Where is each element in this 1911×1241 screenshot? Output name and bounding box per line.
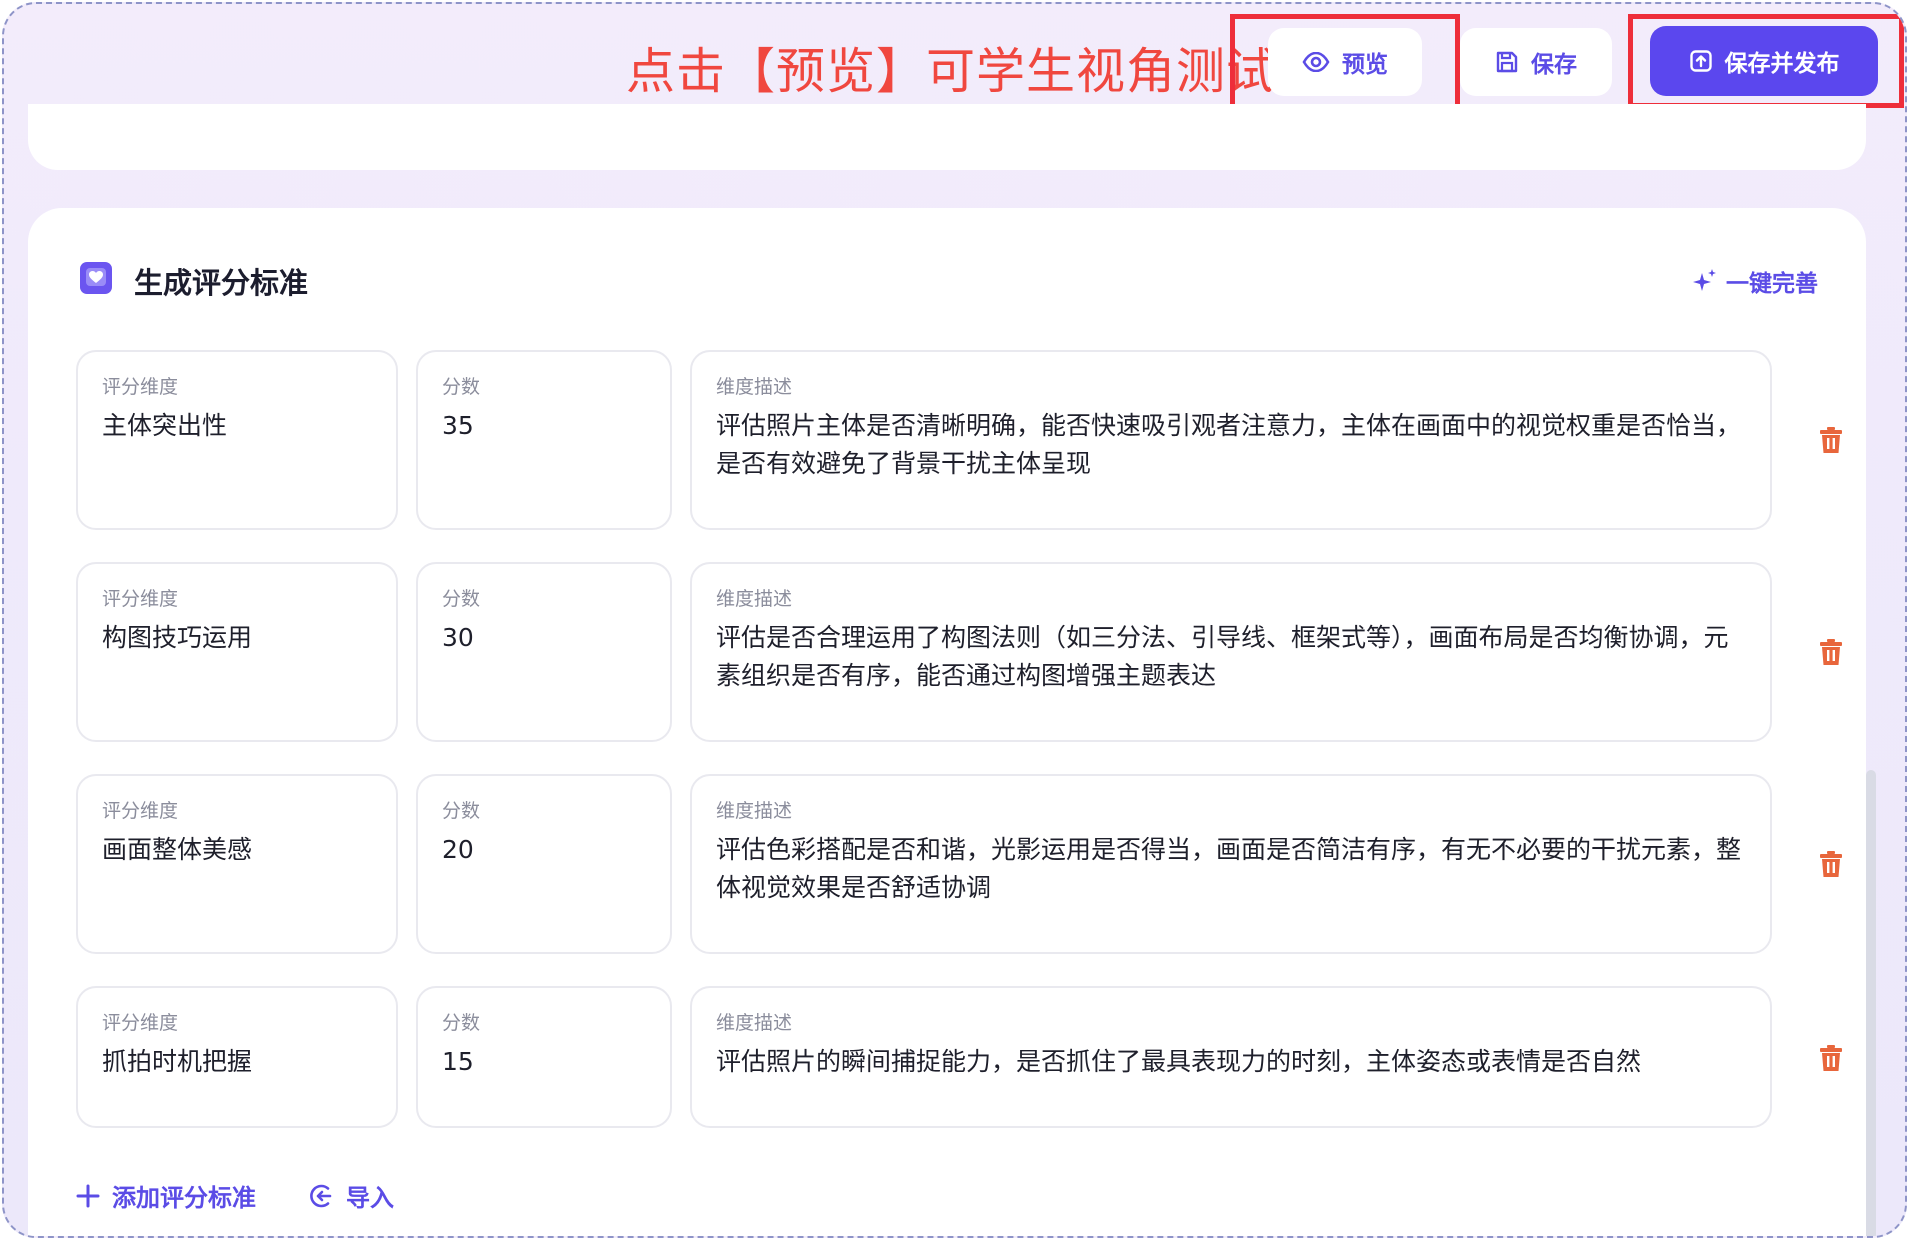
score-label: 分数: [442, 588, 481, 610]
dimension-value: 画面整体美感: [102, 835, 253, 864]
trash-icon[interactable]: [1818, 638, 1844, 666]
description-value: 评估照片的瞬间捕捉能力，是否抓住了最具表现力的时刻，主体姿态或表情是否自然: [716, 1047, 1642, 1076]
score-field[interactable]: 分数 35: [416, 350, 672, 530]
heart-badge-icon: [80, 262, 112, 294]
dimension-value: 构图技巧运用: [102, 623, 253, 652]
score-label: 分数: [442, 800, 481, 822]
import-label: 导入: [346, 1184, 394, 1212]
description-value: 评估是否合理运用了构图法则（如三分法、引导线、框架式等），画面布局是否均衡协调，…: [716, 623, 1729, 690]
dimension-label: 评分维度: [102, 588, 179, 610]
import-button[interactable]: 导入: [308, 1178, 394, 1213]
trash-icon[interactable]: [1818, 850, 1844, 878]
app-window: 点击【预览】可学生视角测试 预览 保存 保存并发布 生成评分标准 一键完善 评分…: [2, 2, 1907, 1238]
score-label: 分数: [442, 1012, 481, 1034]
description-label: 维度描述: [716, 800, 793, 822]
import-icon: [308, 1183, 334, 1209]
add-criterion-label: 添加评分标准: [112, 1184, 256, 1212]
previous-section-card: [28, 104, 1866, 170]
score-value: 15: [442, 1047, 474, 1076]
score-value: 30: [442, 623, 474, 652]
description-value: 评估照片主体是否清晰明确，能否快速吸引观者注意力，主体在画面中的视觉权重是否恰当…: [716, 411, 1742, 478]
dimension-value: 抓拍时机把握: [102, 1047, 253, 1076]
save-button[interactable]: 保存: [1460, 28, 1612, 96]
auto-complete-button[interactable]: 一键完善: [1692, 264, 1818, 298]
bottom-actions: 添加评分标准 导入: [76, 1178, 394, 1213]
dimension-field[interactable]: 评分维度 主体突出性: [76, 350, 398, 530]
preview-highlight-box: [1230, 14, 1460, 110]
trash-icon[interactable]: [1818, 1044, 1844, 1072]
score-value: 35: [442, 411, 474, 440]
description-field[interactable]: 维度描述 评估色彩搭配是否和谐，光影运用是否得当，画面是否简洁有序，有无不必要的…: [690, 774, 1772, 954]
score-field[interactable]: 分数 20: [416, 774, 672, 954]
description-value: 评估色彩搭配是否和谐，光影运用是否得当，画面是否简洁有序，有无不必要的干扰元素，…: [716, 835, 1742, 902]
dimension-field[interactable]: 评分维度 抓拍时机把握: [76, 986, 398, 1128]
publish-highlight-box: [1628, 14, 1904, 108]
description-field[interactable]: 维度描述 评估照片的瞬间捕捉能力，是否抓住了最具表现力的时刻，主体姿态或表情是否…: [690, 986, 1772, 1128]
dimension-value: 主体突出性: [102, 411, 228, 440]
add-criterion-button[interactable]: 添加评分标准: [76, 1178, 256, 1213]
rubric-section-card: 生成评分标准 一键完善 评分维度 主体突出性 分数 35 维度描述 评估照片主体…: [28, 208, 1866, 1236]
dimension-field[interactable]: 评分维度 画面整体美感: [76, 774, 398, 954]
save-icon: [1495, 50, 1519, 74]
description-field[interactable]: 维度描述 评估照片主体是否清晰明确，能否快速吸引观者注意力，主体在画面中的视觉权…: [690, 350, 1772, 530]
section-title: 生成评分标准: [134, 266, 309, 300]
score-field[interactable]: 分数 30: [416, 562, 672, 742]
dimension-field[interactable]: 评分维度 构图技巧运用: [76, 562, 398, 742]
plus-icon: [76, 1184, 100, 1208]
scrollbar[interactable]: [1866, 770, 1876, 1236]
trash-icon[interactable]: [1818, 426, 1844, 454]
dimension-label: 评分维度: [102, 800, 179, 822]
description-label: 维度描述: [716, 588, 793, 610]
description-label: 维度描述: [716, 1012, 793, 1034]
save-label: 保存: [1531, 52, 1577, 78]
dimension-label: 评分维度: [102, 376, 179, 398]
score-label: 分数: [442, 376, 481, 398]
sparkle-icon: [1692, 268, 1718, 294]
description-field[interactable]: 维度描述 评估是否合理运用了构图法则（如三分法、引导线、框架式等），画面布局是否…: [690, 562, 1772, 742]
description-label: 维度描述: [716, 376, 793, 398]
auto-complete-label: 一键完善: [1726, 271, 1818, 297]
annotation-text: 点击【预览】可学生视角测试: [626, 43, 1277, 100]
dimension-label: 评分维度: [102, 1012, 179, 1034]
score-value: 20: [442, 835, 474, 864]
score-field[interactable]: 分数 15: [416, 986, 672, 1128]
